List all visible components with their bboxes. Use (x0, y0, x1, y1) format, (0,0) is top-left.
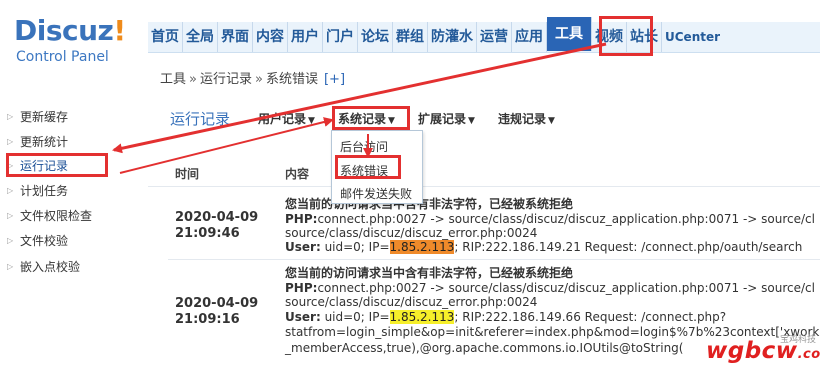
php-trace: PHP:connect.php:0027 -> source/class/dis… (285, 281, 815, 295)
caret-down-icon: ▼ (468, 116, 475, 126)
nav-tools[interactable]: 工具 (547, 17, 592, 51)
nav-apps[interactable]: 应用 (512, 22, 547, 52)
add-shortcut-button[interactable]: [+] (324, 72, 345, 87)
bullet-icon: ▷ (7, 186, 14, 195)
annotation-box-run-logs (6, 153, 108, 177)
crumb-tools[interactable]: 工具 (160, 72, 186, 87)
nav-home[interactable]: 首页 (148, 22, 183, 52)
bullet-icon: ▷ (7, 112, 14, 121)
row-date: 2020-04-09 (175, 296, 259, 311)
php-trace-cont: source/class/discuz/discuz_error.php:002… (285, 295, 538, 309)
nav-portal[interactable]: 门户 (323, 22, 358, 52)
user-info: User: uid=0; IP=1.85.2.113; RIP:222.186.… (285, 240, 803, 254)
row-time: 21:09:46 (175, 226, 240, 241)
ip-address: 1.85.2.113 (389, 310, 455, 324)
page-title: 运行记录 (170, 110, 231, 128)
nav-operations[interactable]: 运营 (477, 22, 512, 52)
error-message: 您当前的访问请求当中含有非法字符，已经被系统拒绝 (285, 197, 574, 211)
bullet-icon: ▷ (7, 262, 14, 271)
column-header-time: 时间 (175, 167, 200, 181)
user-info: User: uid=0; IP=1.85.2.113; RIP:222.186.… (285, 310, 727, 324)
sidebar-item-update-stats[interactable]: ▷ 更新统计 (0, 131, 148, 153)
nav-antispam[interactable]: 防灌水 (428, 22, 477, 52)
bullet-icon: ▷ (7, 137, 14, 146)
php-trace-cont: source/class/discuz/discuz_error.php:002… (285, 226, 538, 240)
table-header (148, 158, 820, 187)
crumb-logs[interactable]: 运行记录 (200, 72, 252, 87)
nav-ucenter[interactable]: UCenter (662, 22, 723, 52)
breadcrumb: 工具» 运行记录» 系统错误 [+] (160, 72, 346, 87)
sidebar-item-hook-check[interactable]: ▷ 嵌入点校验 (0, 256, 148, 278)
annotation-box-tools (599, 16, 653, 56)
error-message: 您当前的访问请求当中含有非法字符，已经被系统拒绝 (285, 266, 574, 280)
annotation-box-system-logs (332, 106, 410, 130)
sidebar-item-cron[interactable]: ▷ 计划任务 (0, 180, 148, 202)
request-query-cont: _memberAccess,true),@org.apache.commons.… (285, 341, 684, 355)
column-header-content: 内容 (285, 167, 310, 181)
nav-forum[interactable]: 论坛 (358, 22, 393, 52)
annotation-box-system-error (335, 155, 401, 179)
row-date: 2020-04-09 (175, 210, 259, 225)
nav-interface[interactable]: 界面 (218, 22, 253, 52)
dropdown-item-mail-failure[interactable]: 邮件发送失败 (340, 185, 412, 202)
nav-groups[interactable]: 群组 (393, 22, 428, 52)
bullet-icon: ▷ (7, 211, 14, 220)
sidebar: ▷ 更新缓存 ▷ 更新统计 ▷ 运行记录 ▷ 计划任务 ▷ 文件权限检查 ▷ 文件校验 ▷ 嵌… (0, 92, 148, 369)
nav-content[interactable]: 内容 (253, 22, 288, 52)
watermark-logo: wgbcw.com (706, 338, 820, 364)
sidebar-item-file-perms[interactable]: ▷ 文件权限检查 (0, 205, 148, 227)
top-navigation: 首页 全局 界面 内容 用户 门户 论坛 群组 防灌水 运营 应用 工具 视频 … (148, 17, 820, 53)
subnav-violation-logs[interactable]: 违规记录 ▼ (498, 110, 555, 127)
subnav-extension-logs[interactable]: 扩展记录 ▼ (418, 110, 475, 127)
sidebar-item-update-cache[interactable]: ▷ 更新缓存 (0, 106, 148, 128)
caret-down-icon: ▼ (548, 116, 555, 126)
logo-subtitle: Control Panel (16, 49, 109, 65)
nav-users[interactable]: 用户 (288, 22, 323, 52)
row-time: 21:09:16 (175, 312, 240, 327)
request-query: statfrom=login_simple&op=init&referer=in… (285, 325, 820, 339)
nav-global[interactable]: 全局 (183, 22, 218, 52)
crumb-system-error: 系统错误 (265, 72, 318, 87)
subnav-user-logs[interactable]: 用户记录 ▼ (258, 110, 315, 127)
bullet-icon: ▷ (7, 236, 14, 245)
php-trace: PHP:connect.php:0027 -> source/class/dis… (285, 212, 815, 226)
row-divider (168, 259, 820, 260)
ip-address: 1.85.2.113 (389, 240, 455, 254)
caret-down-icon: ▼ (308, 116, 315, 126)
discuz-logo[interactable]: Discuz! (14, 14, 126, 47)
sidebar-item-file-check[interactable]: ▷ 文件校验 (0, 230, 148, 252)
dropdown-item-admin-access[interactable]: 后台访问 (340, 138, 388, 155)
